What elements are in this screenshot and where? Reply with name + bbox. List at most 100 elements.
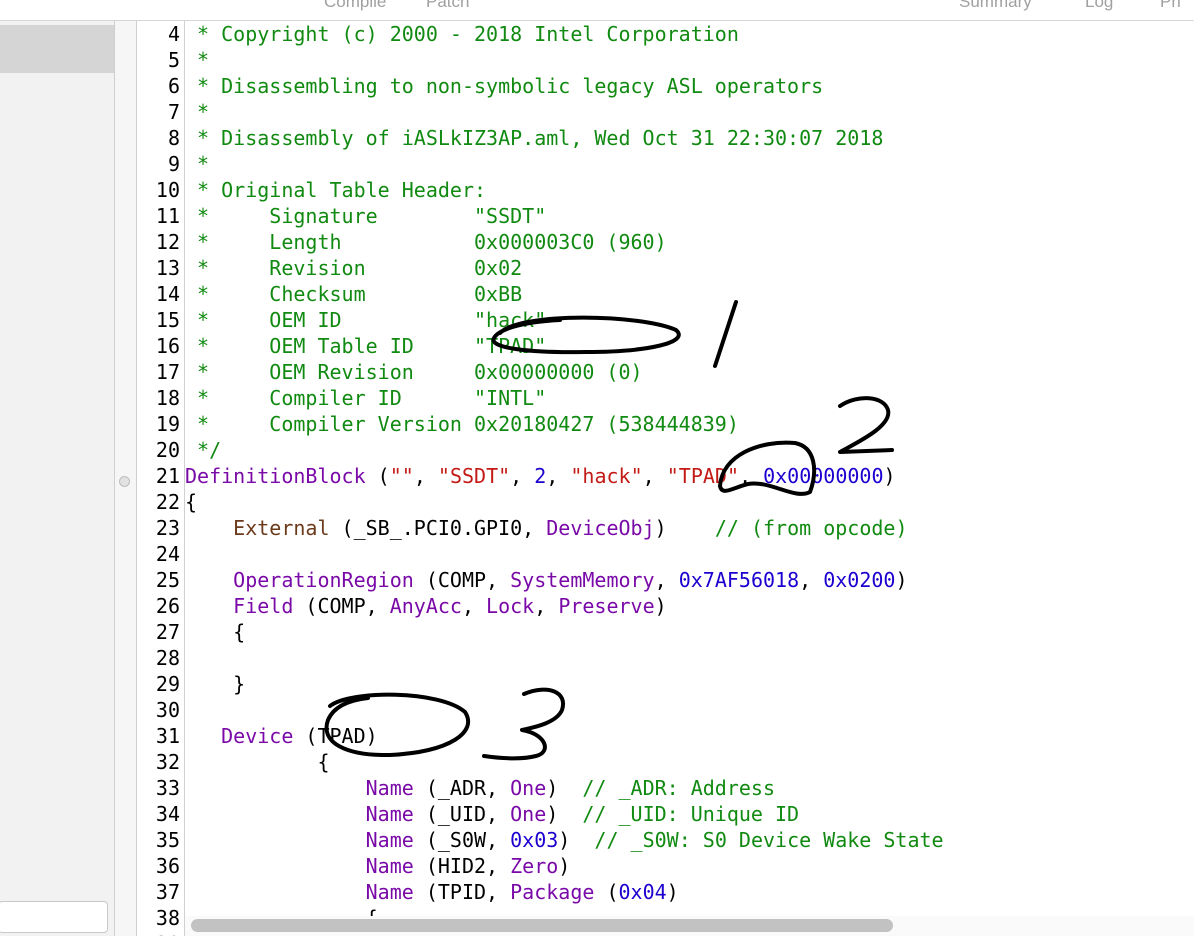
toolbar-summary-button[interactable]: Summary: [959, 0, 1032, 12]
code-token: {: [185, 750, 330, 774]
code-token: (TPAD): [293, 724, 378, 748]
line-number: 24: [155, 542, 180, 566]
code-token: * OEM ID "hack": [185, 308, 547, 332]
code-token: * OEM Revision 0x00000000 (0): [185, 360, 643, 384]
line-number: 7: [167, 100, 180, 124]
code-token: ,: [461, 594, 487, 618]
code-line: DefinitionBlock ("", "SSDT", 2, "hack", …: [185, 463, 896, 489]
line-number: 36: [155, 854, 180, 878]
code-line: * Copyright (c) 2000 - 2018 Intel Corpor…: [185, 21, 739, 47]
scrollbar-thumb[interactable]: [191, 919, 893, 932]
code-line: Field (COMP, AnyAcc, Lock, Preserve): [185, 593, 667, 619]
code-token: Name: [185, 802, 414, 826]
code-line: * Length 0x000003C0 (960): [185, 229, 667, 255]
line-number: 8: [167, 126, 180, 150]
code-token: One: [510, 776, 547, 800]
code-token: * Checksum 0xBB: [185, 282, 523, 306]
line-number: 11: [155, 204, 180, 228]
code-line: * OEM Revision 0x00000000 (0): [185, 359, 643, 385]
code-token: (COMP,: [293, 594, 390, 618]
code-token: * Compiler ID "INTL": [185, 386, 547, 410]
code-token: * Disassembling to non-symbolic legacy A…: [185, 74, 824, 98]
code-line: Name (TPID, Package (0x04): [185, 879, 679, 905]
code-line: */: [185, 437, 221, 463]
code-token: ,: [738, 464, 764, 488]
code-line: * Revision 0x02: [185, 255, 522, 281]
sidebar-search-input[interactable]: [0, 901, 108, 933]
line-number: 4: [167, 22, 180, 46]
sidebar-selected-item[interactable]: [0, 25, 114, 73]
code-token: ,: [799, 568, 824, 592]
horizontal-scrollbar[interactable]: [185, 916, 1194, 936]
code-line: *: [185, 47, 209, 73]
code-token: "": [389, 464, 414, 488]
code-line: *: [185, 99, 209, 125]
code-token: "SSDT": [437, 464, 511, 488]
code-token: Preserve: [558, 594, 655, 618]
toolbar-compile-button[interactable]: Compile: [324, 0, 386, 12]
code-line: * OEM ID "hack": [185, 307, 546, 333]
code-line: * Checksum 0xBB: [185, 281, 522, 307]
code-token: 0x7AF56018: [678, 568, 800, 592]
code-token: Name: [185, 854, 414, 878]
code-line: * Compiler Version 0x20180427 (538444839…: [185, 411, 739, 437]
line-number: 38: [155, 906, 180, 930]
code-token: Lock: [486, 594, 535, 618]
line-number: 20: [155, 438, 180, 462]
code-token: "TPAD": [666, 464, 739, 488]
code-line: Name (_UID, One) // _UID: Unique ID: [185, 801, 800, 827]
code-token: ): [654, 516, 715, 540]
line-number: 28: [155, 646, 180, 670]
toolbar-patch-button[interactable]: Patch: [426, 0, 469, 12]
line-number: 35: [155, 828, 180, 852]
splitter-handle[interactable]: [119, 476, 130, 487]
code-line: Device (TPAD): [185, 723, 378, 749]
toolbar-print-button[interactable]: Pri: [1160, 0, 1181, 12]
code-token: * Revision 0x02: [185, 256, 523, 280]
code-token: Name: [185, 776, 414, 800]
code-token: (COMP,: [413, 568, 511, 592]
code-token: * Compiler Version 0x20180427 (538444839…: [185, 412, 739, 436]
sidebar: [0, 21, 115, 936]
code-token: ,: [413, 464, 438, 488]
code-token: * Length 0x000003C0 (960): [185, 230, 667, 254]
code-token: ): [895, 568, 908, 592]
line-number: 6: [167, 74, 180, 98]
code-token: ): [558, 828, 595, 852]
code-token: Field: [185, 594, 294, 618]
code-token: "hack": [570, 464, 643, 488]
line-number-gutter: 4 5 6 7 8 9 10 11 12 13 14 15 16 17 18 19 20 21 22 23 24 25 26…: [137, 21, 185, 936]
toolbar-log-button[interactable]: Log: [1085, 0, 1113, 12]
code-token: Name: [185, 880, 414, 904]
code-token: (TPID,: [413, 880, 511, 904]
code-line: {: [185, 489, 197, 515]
code-line: * Signature "SSDT": [185, 203, 546, 229]
code-line: *: [185, 151, 209, 177]
code-token: ): [558, 854, 571, 878]
line-number: 33: [155, 776, 180, 800]
code-line: * Original Table Header:: [185, 177, 486, 203]
code-token: (_ADR,: [413, 776, 511, 800]
code-line: * Disassembly of iASLkIZ3AP.aml, Wed Oct…: [185, 125, 883, 151]
code-token: {: [185, 490, 198, 514]
line-number: 18: [155, 386, 180, 410]
line-number: 30: [155, 698, 180, 722]
toolbar: Compile Patch Summary Log Pri: [0, 0, 1194, 21]
code-line: Name (_S0W, 0x03) // _S0W: S0 Device Wak…: [185, 827, 944, 853]
code-line: * OEM Table ID "TPAD": [185, 333, 546, 359]
code-line: * Disassembling to non-symbolic legacy A…: [185, 73, 823, 99]
code-token: ): [666, 880, 679, 904]
code-editor[interactable]: * Copyright (c) 2000 - 2018 Intel Corpor…: [185, 21, 1194, 916]
line-number: 29: [155, 672, 180, 696]
line-number: 17: [155, 360, 180, 384]
code-token: (_UID,: [413, 802, 511, 826]
code-token: ,: [510, 464, 535, 488]
pane-splitter[interactable]: [115, 21, 137, 936]
line-number: 21: [155, 464, 180, 488]
code-token: */: [185, 438, 222, 462]
line-number: 12: [155, 230, 180, 254]
code-line: OperationRegion (COMP, SystemMemory, 0x7…: [185, 567, 908, 593]
line-number: 26: [155, 594, 180, 618]
code-line: External (_SB_.PCI0.GPI0, DeviceObj) // …: [185, 515, 907, 541]
code-line: Name (_ADR, One) // _ADR: Address: [185, 775, 775, 801]
